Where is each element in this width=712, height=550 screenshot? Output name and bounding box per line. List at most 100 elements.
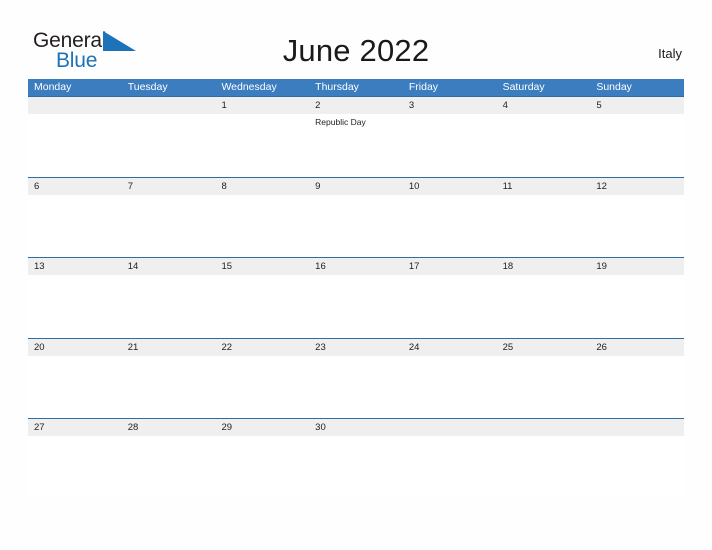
day-cell[interactable]: 11 xyxy=(497,178,591,195)
event-cell[interactable] xyxy=(497,436,591,498)
event-cell[interactable] xyxy=(497,114,591,176)
event-cell[interactable] xyxy=(403,114,497,176)
event-cell[interactable] xyxy=(309,275,403,337)
event-cell[interactable] xyxy=(590,114,684,176)
week-row: 1 2 3 4 5 Republic Day xyxy=(28,96,684,177)
day-number: 28 xyxy=(127,422,139,434)
day-cell[interactable] xyxy=(122,97,216,114)
day-cell[interactable]: 3 xyxy=(403,97,497,114)
event-cell[interactable] xyxy=(122,436,216,498)
day-cell[interactable]: 8 xyxy=(215,178,309,195)
event-cell[interactable] xyxy=(497,275,591,337)
event-cell[interactable] xyxy=(403,356,497,418)
day-cell[interactable] xyxy=(403,419,497,436)
event-cell[interactable] xyxy=(309,195,403,257)
event-cell[interactable] xyxy=(28,114,122,176)
day-cell[interactable]: 2 xyxy=(309,97,403,114)
event-cell[interactable] xyxy=(497,356,591,418)
calendar-grid: Monday Tuesday Wednesday Thursday Friday… xyxy=(28,79,684,499)
event-cell[interactable] xyxy=(122,195,216,257)
event-cell[interactable] xyxy=(403,275,497,337)
week-date-band: 6 7 8 9 10 11 12 xyxy=(28,176,684,195)
day-cell[interactable]: 6 xyxy=(28,178,122,195)
event-cell[interactable] xyxy=(403,195,497,257)
event-cell[interactable] xyxy=(122,356,216,418)
day-cell[interactable]: 29 xyxy=(215,419,309,436)
day-number: 6 xyxy=(34,180,40,192)
day-number: 27 xyxy=(34,422,45,434)
week-row: 6 7 8 9 10 11 12 xyxy=(28,176,684,258)
event-cell[interactable] xyxy=(309,436,403,498)
event-cell[interactable] xyxy=(28,436,122,498)
week-date-band: 1 2 3 4 5 xyxy=(28,96,684,114)
day-cell[interactable]: 5 xyxy=(590,97,684,114)
weekday-monday: Monday xyxy=(34,81,72,93)
week-event-band xyxy=(28,436,684,499)
day-cell[interactable]: 15 xyxy=(215,258,309,275)
day-cell[interactable]: 12 xyxy=(590,178,684,195)
day-cell[interactable]: 21 xyxy=(122,339,216,356)
day-number: 25 xyxy=(502,341,514,353)
event-cell[interactable] xyxy=(122,114,216,176)
event-cell[interactable] xyxy=(215,436,309,498)
event-cell[interactable] xyxy=(28,356,122,418)
day-number: 17 xyxy=(408,261,420,273)
week-event-band xyxy=(28,355,684,418)
day-cell[interactable]: 1 xyxy=(215,97,309,114)
week-row: 13 14 15 16 17 18 19 xyxy=(28,257,684,338)
day-number: 4 xyxy=(502,100,508,111)
event-cell[interactable] xyxy=(215,356,309,418)
day-cell[interactable]: 7 xyxy=(122,178,216,195)
event-cell[interactable] xyxy=(590,275,684,337)
day-number: 9 xyxy=(315,180,321,192)
event-cell[interactable] xyxy=(497,195,591,257)
day-cell[interactable]: 25 xyxy=(497,339,591,356)
day-number: 12 xyxy=(596,180,607,192)
day-cell[interactable]: 19 xyxy=(590,258,684,275)
event-cell[interactable] xyxy=(215,275,309,337)
day-cell[interactable]: 16 xyxy=(309,258,403,275)
event-cell[interactable] xyxy=(403,436,497,498)
day-cell[interactable] xyxy=(497,419,591,436)
country-label: Italy xyxy=(658,46,682,61)
event-cell[interactable] xyxy=(309,356,403,418)
day-cell[interactable]: 17 xyxy=(403,258,497,275)
weekday-thursday: Thursday xyxy=(315,81,359,93)
week-event-band xyxy=(28,194,684,257)
day-cell[interactable]: 23 xyxy=(309,339,403,356)
day-cell[interactable]: 24 xyxy=(403,339,497,356)
event-cell[interactable] xyxy=(28,195,122,257)
day-cell[interactable]: 27 xyxy=(28,419,122,436)
day-cell[interactable]: 28 xyxy=(122,419,216,436)
event-cell[interactable]: Republic Day xyxy=(309,114,403,176)
event-cell[interactable] xyxy=(122,275,216,337)
day-cell[interactable]: 13 xyxy=(28,258,122,275)
day-cell[interactable]: 30 xyxy=(309,419,403,436)
weekday-saturday: Saturday xyxy=(502,81,545,93)
day-cell[interactable] xyxy=(590,419,684,436)
day-number: 15 xyxy=(221,261,233,273)
event-cell[interactable] xyxy=(590,436,684,498)
event-cell[interactable] xyxy=(590,356,684,418)
day-cell[interactable]: 4 xyxy=(497,97,591,114)
weekday-friday: Friday xyxy=(408,81,439,93)
day-cell[interactable]: 26 xyxy=(590,339,684,356)
day-cell[interactable]: 10 xyxy=(403,178,497,195)
day-number: 18 xyxy=(502,261,514,273)
event-cell[interactable] xyxy=(590,195,684,257)
day-cell[interactable]: 22 xyxy=(215,339,309,356)
weekday-header-row: Monday Tuesday Wednesday Thursday Friday… xyxy=(28,79,684,96)
day-number: 23 xyxy=(315,341,326,353)
day-cell[interactable]: 18 xyxy=(497,258,591,275)
day-cell[interactable] xyxy=(28,97,122,114)
week-date-band: 27 28 29 30 xyxy=(28,418,684,437)
event-cell[interactable] xyxy=(215,195,309,257)
event-cell[interactable] xyxy=(215,114,309,176)
day-cell[interactable]: 20 xyxy=(28,339,122,356)
event-cell[interactable] xyxy=(28,275,122,337)
day-number: 2 xyxy=(315,100,321,111)
day-cell[interactable]: 14 xyxy=(122,258,216,275)
day-cell[interactable]: 9 xyxy=(309,178,403,195)
day-number: 1 xyxy=(221,100,227,111)
day-number: 29 xyxy=(221,422,233,434)
